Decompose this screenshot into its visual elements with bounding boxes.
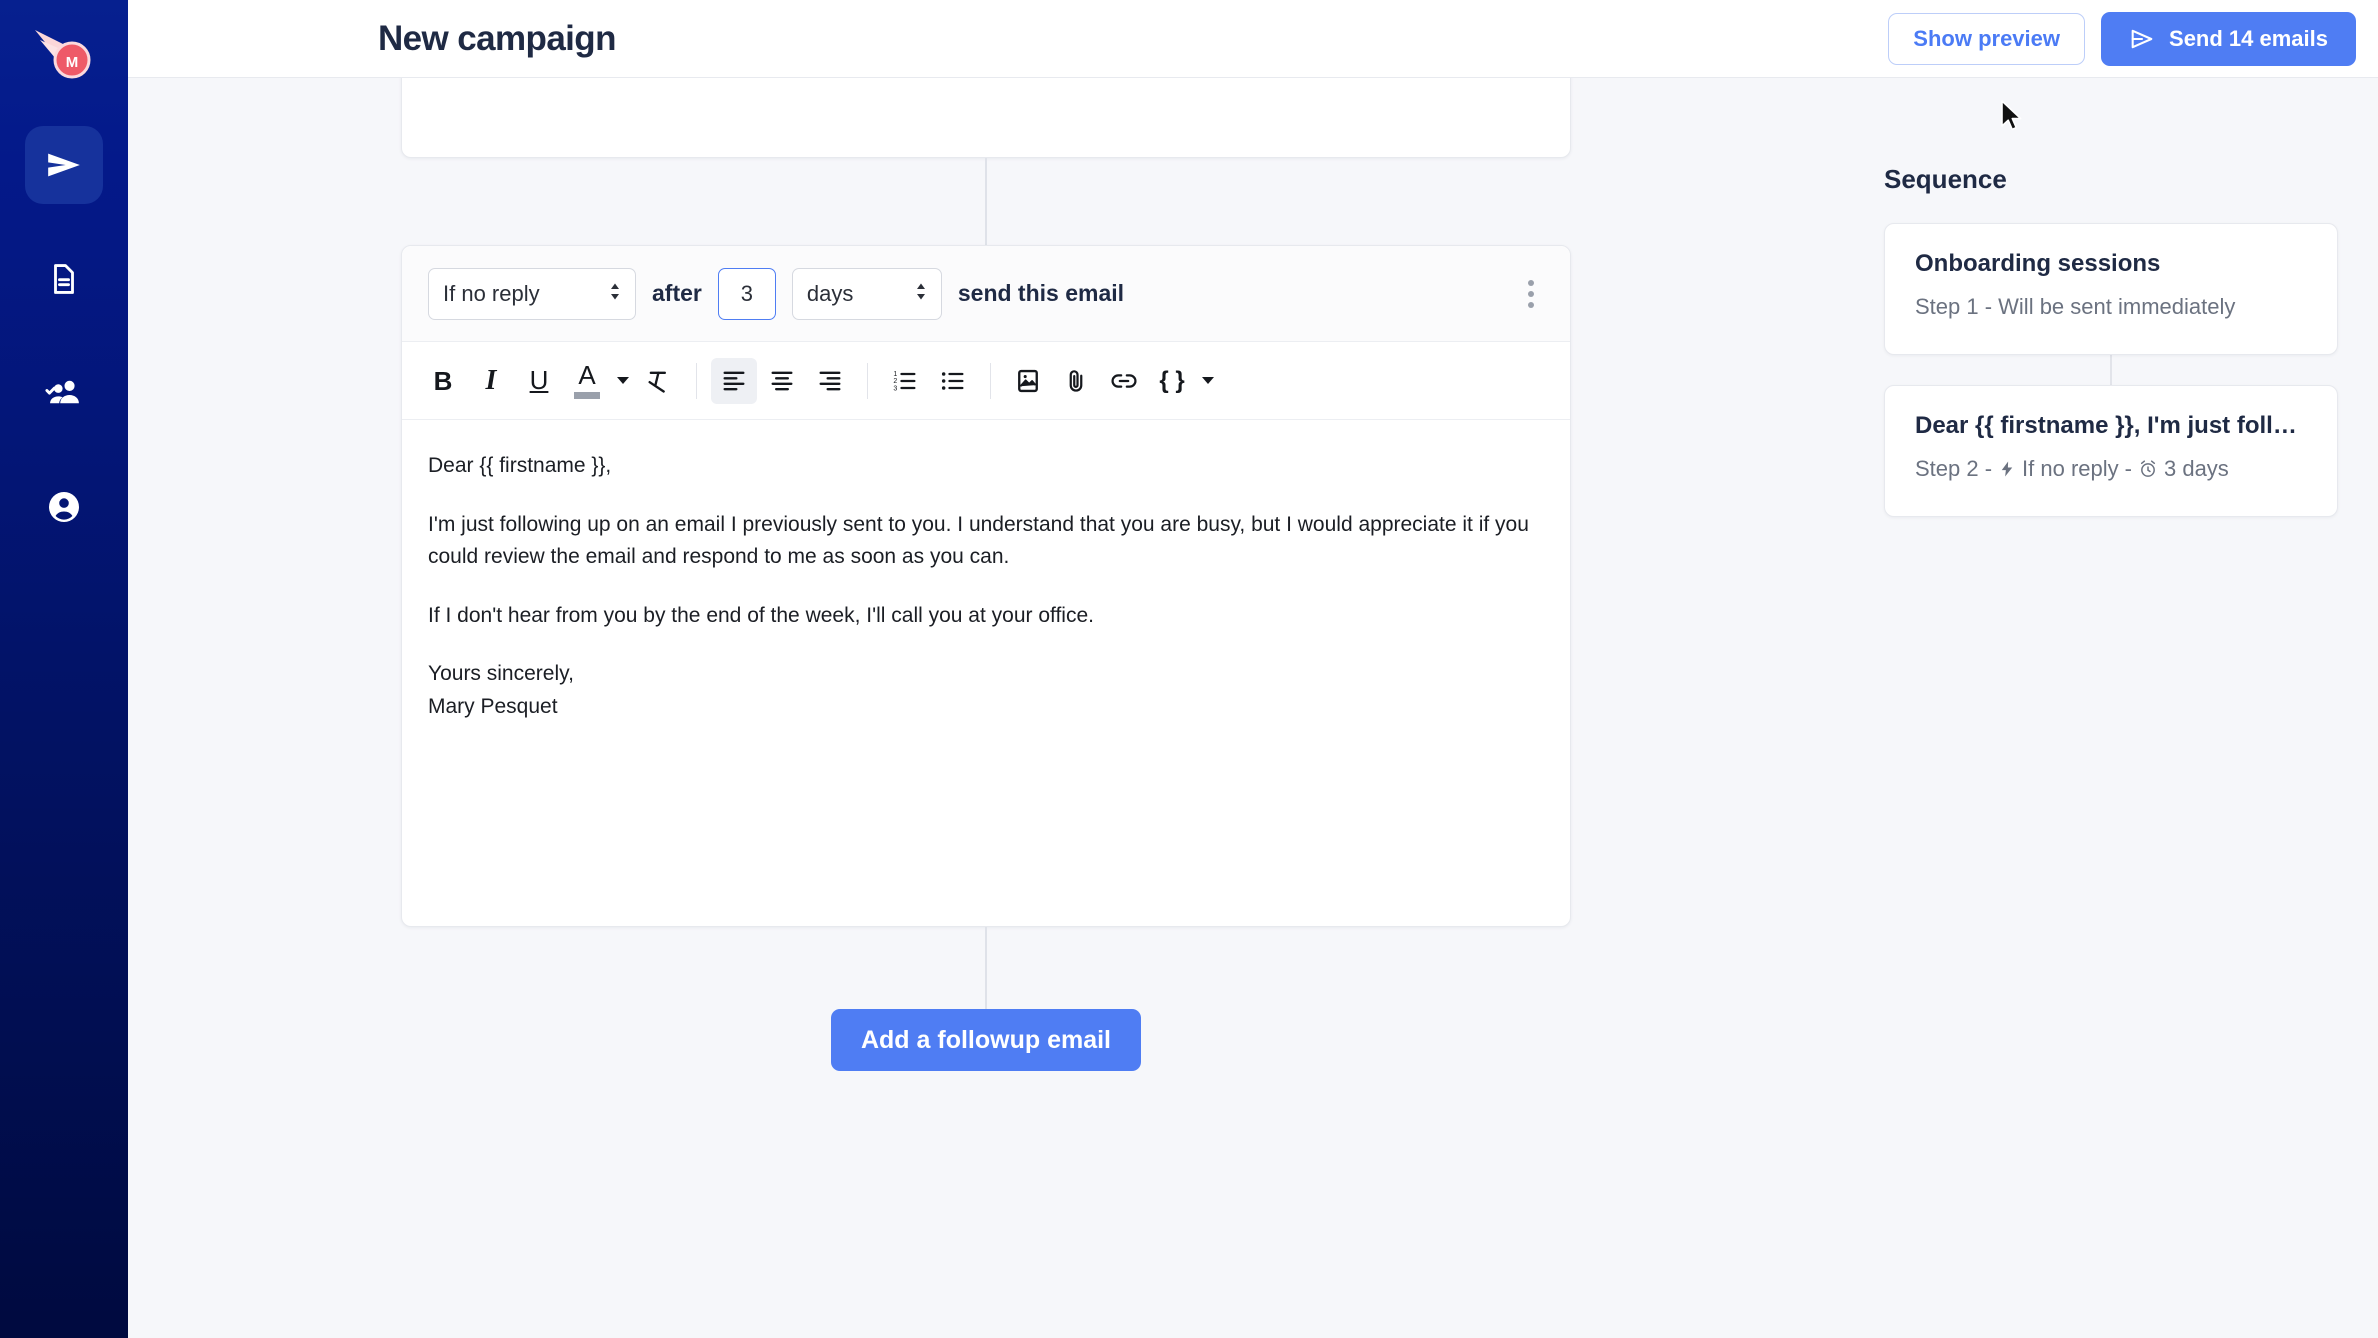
sequence-card-subtitle-text: Step 1 - Will be sent immediately — [1915, 294, 2236, 319]
work-area: If no reply after 3 days send this email… — [128, 78, 2378, 1338]
followup-step-card: If no reply after 3 days send this email… — [401, 245, 1571, 927]
primary-sidebar: M — [0, 0, 128, 1338]
delay-value-input[interactable] — [717, 267, 776, 320]
sequence-card-step-2[interactable]: Dear {{ firstname }}, I'm just following… — [1884, 385, 2338, 517]
send-this-email-label: send this email — [957, 280, 1125, 306]
sequence-step-prefix: Step 2 - — [1915, 456, 1993, 481]
after-label: after — [652, 280, 702, 306]
sidebar-item-contacts[interactable] — [25, 354, 103, 432]
sequence-panel: Sequence Onboarding sessions Step 1 - Wi… — [1844, 78, 2378, 1338]
app-root: M New campaign Show preview Send 14 emai… — [0, 0, 2378, 1338]
image-icon[interactable] — [1005, 358, 1051, 404]
underline-icon[interactable]: U — [516, 358, 562, 404]
align-right-icon[interactable] — [807, 358, 853, 404]
top-bar-actions: Show preview Send 14 emails — [1888, 11, 2356, 66]
italic-icon[interactable]: I — [468, 358, 514, 404]
step-connector-bottom — [985, 927, 987, 1009]
svg-text:M: M — [66, 54, 79, 71]
sequence-panel-title: Sequence — [1884, 164, 2007, 194]
sequence-delay-text: 3 days — [2163, 456, 2229, 481]
bold-icon[interactable]: B — [420, 358, 466, 404]
comet-logo-icon[interactable]: M — [28, 22, 100, 84]
paper-plane-icon — [44, 145, 84, 185]
email-paragraph-1: I'm just following up on an email I prev… — [428, 512, 1529, 569]
sequence-card-subtitle: Step 1 - Will be sent immediately — [1915, 294, 2307, 320]
previous-step-card[interactable] — [401, 78, 1571, 158]
numbered-list-icon[interactable]: 1 2 3 — [882, 358, 928, 404]
sidebar-item-templates[interactable] — [25, 240, 103, 318]
toolbar-divider — [990, 362, 991, 399]
page-title: New campaign — [378, 18, 616, 58]
clear-formatting-icon[interactable] — [636, 358, 682, 404]
document-icon — [47, 262, 81, 296]
sidebar-nav — [0, 126, 128, 582]
chevron-down-icon[interactable] — [612, 358, 634, 404]
sequence-card-title: Dear {{ firstname }}, I'm just following… — [1915, 412, 2307, 439]
sidebar-item-campaigns[interactable] — [25, 126, 103, 204]
email-signoff: Yours sincerely, — [428, 662, 574, 686]
send-emails-label: Send 14 emails — [2169, 25, 2328, 51]
align-left-icon[interactable] — [711, 357, 757, 404]
condition-select[interactable]: If no reply — [428, 267, 636, 320]
email-signature-name: Mary Pesquet — [428, 694, 558, 718]
step-connector-top — [985, 158, 987, 245]
sequence-separator: - — [2124, 456, 2132, 481]
svg-text:3: 3 — [893, 385, 897, 392]
account-circle-icon — [46, 489, 82, 525]
step-condition-row: If no reply after 3 days send this email — [402, 246, 1570, 342]
condition-select-wrap: If no reply — [428, 267, 636, 320]
svg-text:2: 2 — [893, 378, 897, 385]
toolbar-divider — [696, 362, 697, 399]
email-paragraph-2: If I don't hear from you by the end of t… — [428, 603, 1094, 627]
add-followup-email-button[interactable]: Add a followup email — [830, 1009, 1141, 1071]
paperclip-icon[interactable] — [1053, 358, 1099, 404]
toolbar-divider — [867, 362, 868, 399]
sequence-canvas: If no reply after 3 days send this email… — [128, 78, 1844, 1338]
send-outline-icon — [2129, 26, 2155, 52]
editor-toolbar: B I U A 1 2 3 {} — [402, 342, 1570, 420]
email-body-editor[interactable]: Dear {{ firstname }}, I'm just following… — [402, 420, 1570, 926]
link-icon[interactable] — [1101, 358, 1147, 404]
people-check-icon — [45, 374, 83, 412]
lightning-bolt-icon — [1998, 458, 2016, 480]
show-preview-button[interactable]: Show preview — [1888, 12, 2086, 65]
unit-select-wrap: days — [791, 267, 942, 320]
svg-text:1: 1 — [893, 370, 897, 377]
more-vertical-icon[interactable] — [1518, 270, 1544, 318]
alarm-clock-icon — [2138, 459, 2158, 479]
sidebar-item-account[interactable] — [25, 468, 103, 546]
sequence-card-title: Onboarding sessions — [1915, 250, 2161, 277]
sequence-card-subtitle: Step 2 - If no reply - 3 days — [1915, 456, 2307, 482]
align-center-icon[interactable] — [759, 358, 805, 404]
delay-unit-select[interactable]: days — [791, 267, 942, 320]
curly-braces-icon[interactable]: { } — [1149, 358, 1195, 404]
sequence-connector — [2110, 355, 2112, 385]
top-bar: New campaign Show preview Send 14 emails — [128, 0, 2378, 78]
text-color-icon[interactable]: A — [564, 358, 610, 404]
bullet-list-icon[interactable] — [930, 358, 976, 404]
main-column: New campaign Show preview Send 14 emails — [128, 0, 2378, 1338]
sequence-condition-text: If no reply — [2022, 456, 2119, 481]
sequence-card-step-1[interactable]: Onboarding sessions Step 1 - Will be sen… — [1884, 223, 2338, 355]
email-greeting: Dear {{ firstname }}, — [428, 454, 612, 477]
send-emails-button[interactable]: Send 14 emails — [2101, 11, 2356, 66]
chevron-down-icon[interactable] — [1197, 358, 1219, 404]
